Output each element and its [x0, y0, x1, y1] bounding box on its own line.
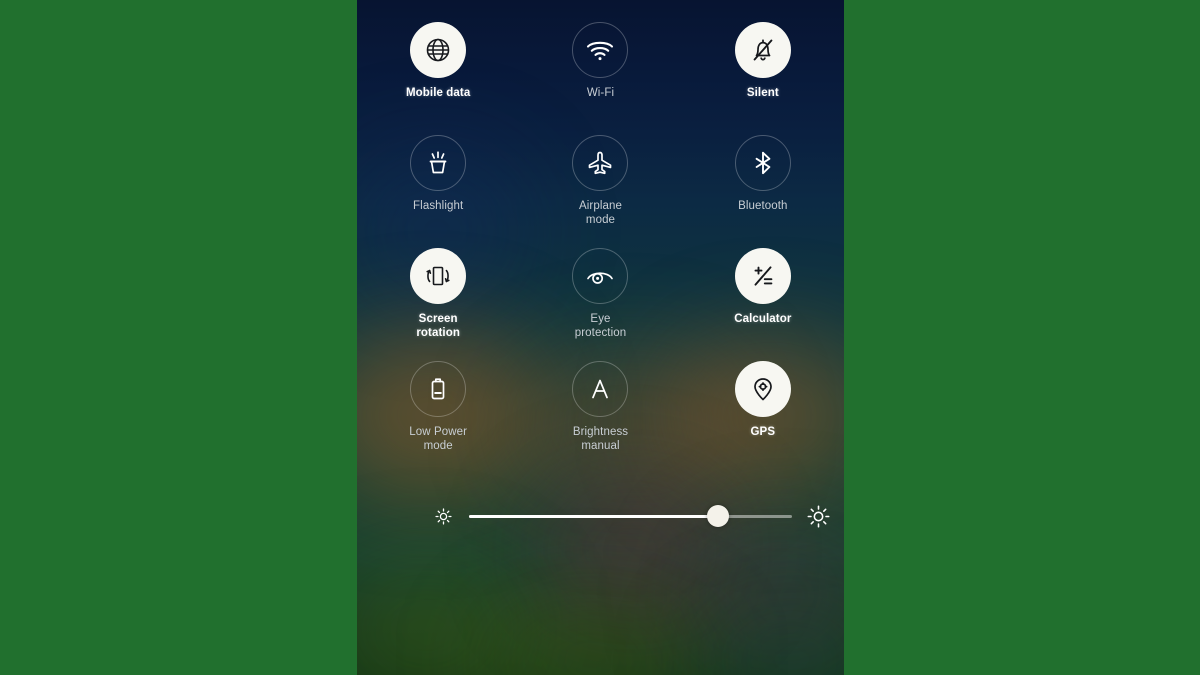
- toggle-low-power-mode[interactable]: Low Power mode: [357, 361, 519, 474]
- quick-settings-panel: Mobile data Wi-Fi Silent Flashlight Airp…: [357, 0, 844, 675]
- quick-settings-row: Screen rotation Eye protection Calculato…: [357, 248, 844, 361]
- toggle-flashlight-label: Flashlight: [413, 200, 464, 212]
- airplane-icon: [585, 148, 615, 178]
- toggle-screen-rotation[interactable]: Screen rotation: [357, 248, 519, 361]
- toggle-calculator-circle[interactable]: [734, 248, 791, 304]
- wifi-icon: [585, 37, 615, 63]
- toggle-screen-rotation-circle[interactable]: [410, 248, 467, 304]
- quick-settings-row: Mobile data Wi-Fi Silent: [357, 22, 844, 135]
- toggle-wifi[interactable]: Wi-Fi: [519, 22, 681, 135]
- toggle-airplane-mode[interactable]: Airplane mode: [519, 135, 681, 248]
- brightness-slider-row: [357, 494, 844, 538]
- flashlight-icon: [424, 148, 452, 178]
- brightness-slider-fill: [469, 514, 718, 518]
- toggle-gps-circle[interactable]: [734, 361, 791, 417]
- toggle-flashlight-circle[interactable]: [410, 135, 467, 191]
- calculator-icon: [748, 261, 778, 291]
- toggle-silent-circle[interactable]: [734, 22, 791, 78]
- toggle-low-power-mode-label: Low Power mode: [409, 426, 468, 452]
- toggle-mobile-data-circle[interactable]: [410, 22, 467, 78]
- toggle-eye-protection[interactable]: Eye protection: [519, 248, 681, 361]
- quick-settings-row: Low Power mode Brightness manual GPS: [357, 361, 844, 474]
- brightness-high-icon[interactable]: [792, 504, 844, 529]
- wallpaper-blur-blob: [357, 560, 527, 675]
- letter-a-icon: [586, 375, 614, 403]
- toggle-eye-protection-label: Eye protection: [574, 313, 627, 339]
- wallpaper-blur-blob: [687, 520, 844, 670]
- toggle-gps-label: GPS: [750, 426, 776, 438]
- wallpaper-blur-blob: [477, 600, 707, 675]
- toggle-airplane-mode-label: Airplane mode: [578, 200, 622, 226]
- toggle-calculator-label: Calculator: [734, 313, 792, 325]
- battery-low-icon: [425, 374, 451, 404]
- toggle-calculator[interactable]: Calculator: [682, 248, 844, 361]
- toggle-flashlight[interactable]: Flashlight: [357, 135, 519, 248]
- eye-icon: [584, 263, 616, 289]
- toggle-wifi-circle[interactable]: [572, 22, 629, 78]
- toggle-wifi-label: Wi-Fi: [586, 87, 615, 99]
- toggle-eye-protection-circle[interactable]: [572, 248, 629, 304]
- quick-settings-row: Flashlight Airplane mode Bluetooth: [357, 135, 844, 248]
- toggle-bluetooth[interactable]: Bluetooth: [682, 135, 844, 248]
- globe-icon: [423, 35, 453, 65]
- brightness-low-icon[interactable]: [417, 507, 469, 526]
- toggle-bluetooth-circle[interactable]: [734, 135, 791, 191]
- toggle-low-power-mode-circle[interactable]: [410, 361, 467, 417]
- location-pin-icon: [749, 374, 777, 404]
- toggle-brightness-manual-circle[interactable]: [572, 361, 629, 417]
- wallpaper-blur-blob: [697, 600, 844, 675]
- quick-settings-grid: Mobile data Wi-Fi Silent Flashlight Airp…: [357, 0, 844, 474]
- brightness-slider-track-area[interactable]: [469, 505, 792, 527]
- toggle-airplane-mode-circle[interactable]: [572, 135, 629, 191]
- bluetooth-icon: [749, 148, 777, 178]
- toggle-bluetooth-label: Bluetooth: [738, 200, 788, 212]
- brightness-slider-thumb[interactable]: [706, 505, 729, 527]
- toggle-silent[interactable]: Silent: [682, 22, 844, 135]
- toggle-brightness-manual[interactable]: Brightness manual: [519, 361, 681, 474]
- screen-rotation-icon: [422, 261, 454, 291]
- toggle-gps[interactable]: GPS: [682, 361, 844, 474]
- toggle-screen-rotation-label: Screen rotation: [416, 313, 460, 339]
- toggle-mobile-data[interactable]: Mobile data: [357, 22, 519, 135]
- bell-slash-icon: [748, 35, 778, 65]
- toggle-mobile-data-label: Mobile data: [405, 87, 471, 99]
- toggle-silent-label: Silent: [746, 87, 779, 99]
- toggle-brightness-manual-label: Brightness manual: [572, 426, 629, 452]
